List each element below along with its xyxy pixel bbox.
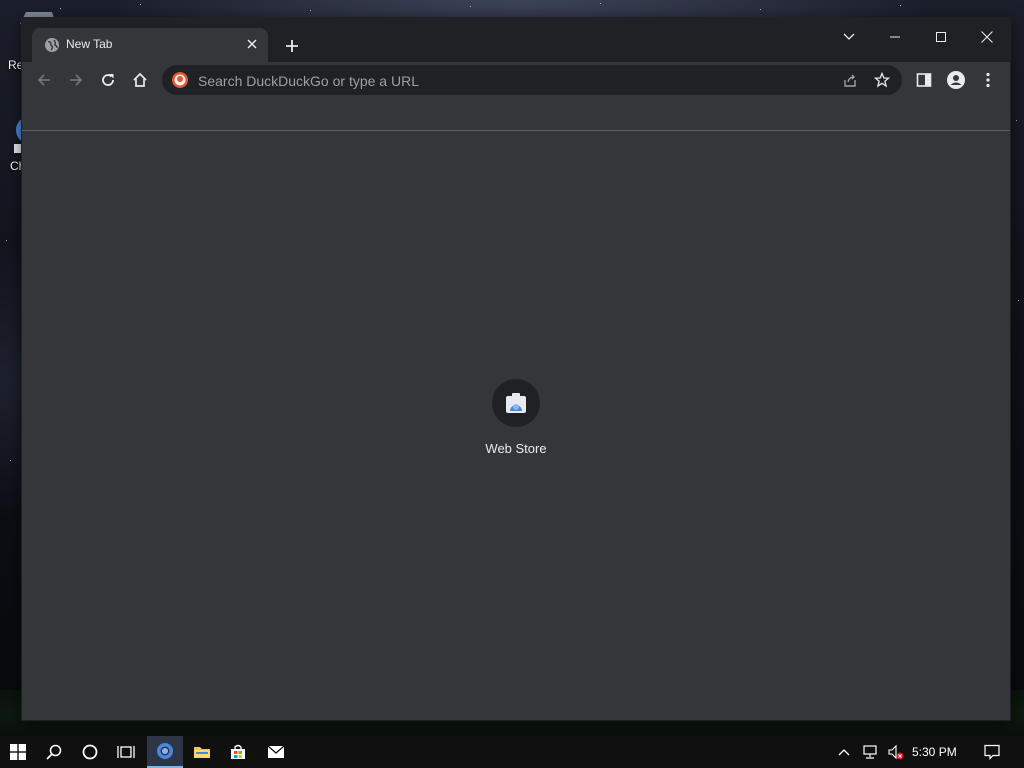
network-button[interactable] (858, 736, 882, 768)
action-center-button[interactable] (976, 736, 1008, 768)
taskbar: 5:30 PM (0, 736, 1024, 768)
share-button[interactable] (842, 72, 858, 88)
menu-button[interactable] (974, 66, 1002, 94)
chevron-down-icon (843, 33, 855, 40)
volume-muted-icon (888, 744, 904, 760)
folder-icon (194, 747, 210, 758)
duckduckgo-icon (172, 72, 188, 88)
taskbar-clock[interactable]: 5:30 PM (912, 745, 957, 759)
taskbar-chrome-button[interactable] (147, 736, 183, 768)
volume-button[interactable] (884, 736, 908, 768)
shortcut-web-store[interactable]: Web Store (468, 379, 564, 469)
maximize-icon (936, 32, 946, 42)
mail-icon (267, 745, 285, 758)
title-bar: New Tab (22, 18, 1010, 62)
close-tab-button[interactable] (244, 36, 260, 52)
arrow-left-icon (37, 74, 50, 86)
reload-icon (102, 74, 114, 86)
tab-search-button[interactable] (826, 22, 872, 52)
bookmarks-bar (22, 98, 1010, 131)
windows-icon (10, 744, 26, 760)
new-tab-page: Web Store (22, 131, 1010, 720)
profile-button[interactable] (942, 66, 970, 94)
network-icon (863, 745, 877, 759)
tab-title: New Tab (66, 37, 113, 51)
arrow-right-icon (70, 74, 83, 86)
side-panel-button[interactable] (910, 66, 938, 94)
new-tab-button[interactable] (280, 34, 304, 58)
chrome-icon (157, 743, 173, 759)
cortana-button[interactable] (72, 736, 108, 768)
show-hidden-icons-button[interactable] (832, 736, 856, 768)
chevron-up-icon (838, 749, 850, 756)
taskbar-mail-button[interactable] (258, 736, 294, 768)
search-button[interactable] (36, 736, 72, 768)
maximize-button[interactable] (918, 22, 964, 52)
close-icon (247, 39, 257, 49)
globe-icon (45, 38, 59, 52)
shortcut-label: Web Store (485, 441, 547, 456)
store-icon (231, 744, 245, 759)
side-panel-icon (916, 73, 932, 87)
cortana-icon (82, 744, 98, 760)
task-view-button[interactable] (108, 736, 144, 768)
back-button[interactable] (30, 66, 58, 94)
plus-icon (286, 40, 298, 52)
star-icon (873, 71, 891, 88)
tab-new-tab[interactable]: New Tab (32, 28, 268, 62)
web-store-icon (506, 393, 526, 413)
avatar-icon (947, 71, 965, 89)
minimize-icon (890, 36, 900, 38)
reload-button[interactable] (94, 66, 122, 94)
home-icon (133, 72, 147, 87)
forward-button[interactable] (62, 66, 90, 94)
taskbar-store-button[interactable] (220, 736, 256, 768)
minimize-button[interactable] (872, 22, 918, 52)
shortcut-icon-circle (492, 379, 540, 427)
bookmark-star-button[interactable] (873, 71, 891, 88)
search-icon (46, 744, 62, 760)
start-button[interactable] (0, 736, 36, 768)
close-icon (981, 31, 993, 43)
more-vertical-icon (986, 72, 990, 88)
toolbar (22, 62, 1010, 98)
home-button[interactable] (126, 66, 154, 94)
browser-window: New Tab Search DuckDuckGo or type a URL … (22, 18, 1010, 720)
close-window-button[interactable] (964, 22, 1010, 52)
address-input[interactable] (196, 69, 800, 93)
task-view-icon (117, 746, 135, 758)
notification-icon (984, 744, 1000, 760)
address-bar[interactable] (162, 65, 902, 95)
taskbar-file-explorer-button[interactable] (184, 736, 220, 768)
share-icon (844, 74, 856, 87)
